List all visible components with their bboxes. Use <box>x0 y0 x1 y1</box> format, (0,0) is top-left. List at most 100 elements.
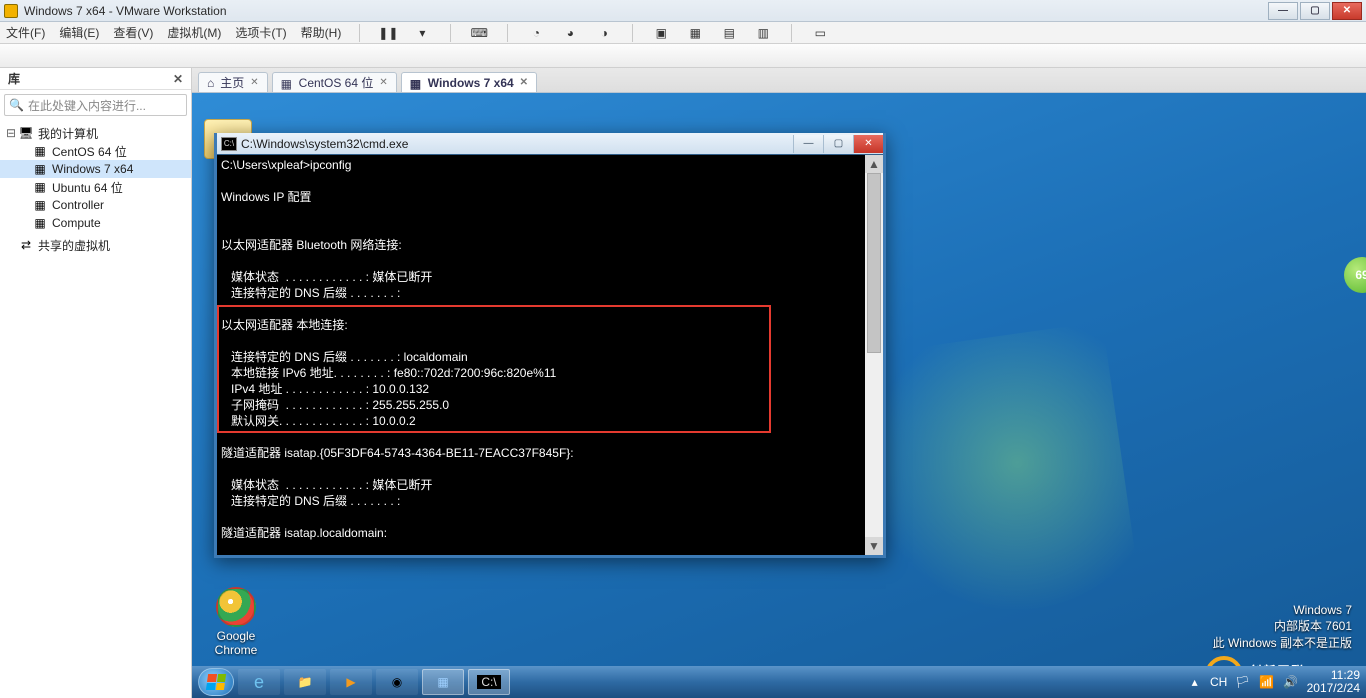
desktop-icon-chrome[interactable]: Google Chrome <box>204 587 268 657</box>
green-badge: 69 <box>1344 257 1366 293</box>
tab-home[interactable]: ⌂ 主页 ✕ <box>198 72 268 92</box>
taskbar-ie[interactable]: e <box>238 669 280 695</box>
tray-clock[interactable]: 11:29 2017/2/24 <box>1307 669 1360 695</box>
vm-icon: ▦ <box>281 77 293 89</box>
vm-tabs: ⌂ 主页 ✕ ▦ CentOS 64 位 ✕ ▦ Windows 7 x64 ✕ <box>192 68 1366 92</box>
sidebar-close-button[interactable]: ✕ <box>173 72 183 86</box>
search-icon: 🔍 <box>9 98 24 112</box>
vmware-icon <box>4 4 18 18</box>
cmd-output[interactable]: C:\Users\xpleaf>ipconfig Windows IP 配置 以… <box>217 155 883 555</box>
tree-item-controller[interactable]: ▦ Controller <box>0 196 191 214</box>
tree-item-ubuntu[interactable]: ▦ Ubuntu 64 位 <box>0 178 191 196</box>
media-icon: ▶ <box>346 675 355 689</box>
tree-item-windows7[interactable]: ▦ Windows 7 x64 <box>0 160 191 178</box>
vm-icon: ▦ <box>410 77 422 89</box>
sidebar-search-input[interactable]: 🔍 在此处键入内容进行... <box>4 94 187 116</box>
vm-icon: ▦ <box>32 198 48 212</box>
thumbnail-icon[interactable]: ▥ <box>753 24 773 42</box>
library-sidebar: 库 ✕ 🔍 在此处键入内容进行... ⊟ 🖥 我的计算机 ▦ CentOS 64… <box>0 68 192 698</box>
toolbar-spacer <box>0 44 1366 68</box>
fullscreen-icon[interactable]: ▣ <box>651 24 671 42</box>
tray-expand-icon[interactable]: ▴ <box>1187 674 1203 690</box>
tree-shared-vms[interactable]: ⇄ 共享的虚拟机 <box>0 236 191 254</box>
taskbar-explorer[interactable]: 📁 <box>284 669 326 695</box>
shared-icon: ⇄ <box>18 238 34 252</box>
menu-separator <box>359 24 360 42</box>
windows-logo-icon <box>206 674 226 690</box>
ie-icon: e <box>254 672 264 693</box>
menu-edit[interactable]: 编辑(E) <box>59 24 99 41</box>
menu-vm[interactable]: 虚拟机(M) <box>167 24 221 41</box>
tree-item-compute[interactable]: ▦ Compute <box>0 214 191 232</box>
tree-root-my-computer[interactable]: ⊟ 🖥 我的计算机 <box>0 124 191 142</box>
menu-tabs[interactable]: 选项卡(T) <box>235 24 286 41</box>
toolbar-dropdown-icon[interactable]: ▾ <box>412 24 432 42</box>
scroll-thumb[interactable] <box>867 173 881 353</box>
multi-monitor-icon[interactable]: ▤ <box>719 24 739 42</box>
tree-item-centos[interactable]: ▦ CentOS 64 位 <box>0 142 191 160</box>
vm-tree: ⊟ 🖥 我的计算机 ▦ CentOS 64 位 ▦ Windows 7 x64 … <box>0 120 191 258</box>
tab-close-icon[interactable]: ✕ <box>250 77 258 88</box>
sidebar-title: 库 <box>8 70 20 87</box>
menu-view[interactable]: 查看(V) <box>113 24 153 41</box>
cmd-window[interactable]: C:\ C:\Windows\system32\cmd.exe — ▢ ✕ C:… <box>214 133 886 558</box>
tab-close-icon[interactable]: ✕ <box>520 77 528 88</box>
cmd-titlebar[interactable]: C:\ C:\Windows\system32\cmd.exe — ▢ ✕ <box>217 133 883 155</box>
chrome-icon: ◉ <box>392 675 402 689</box>
host-title: Windows 7 x64 - VMware Workstation <box>24 4 227 18</box>
menu-file[interactable]: 文件(F) <box>6 24 45 41</box>
tray-volume-icon[interactable]: 🔊 <box>1283 674 1299 690</box>
tab-centos[interactable]: ▦ CentOS 64 位 ✕ <box>272 72 397 92</box>
lang-indicator[interactable]: CH <box>1211 674 1227 690</box>
folder-icon: 📁 <box>298 675 313 689</box>
scroll-down-icon[interactable]: ▼ <box>865 537 883 555</box>
taskbar-mediaplayer[interactable]: ▶ <box>330 669 372 695</box>
cmd-scrollbar[interactable]: ▲ ▼ <box>865 155 883 555</box>
start-button[interactable] <box>198 668 234 696</box>
taskbar-chrome[interactable]: ◉ <box>376 669 418 695</box>
windows-activation-text: Windows 7 内部版本 7601 此 Windows 副本不是正版 <box>1213 602 1352 652</box>
cmd-title-text: C:\Windows\system32\cmd.exe <box>241 137 793 151</box>
tab-windows7[interactable]: ▦ Windows 7 x64 ✕ <box>401 72 537 92</box>
snapshot-icon[interactable]: ◔ <box>526 24 546 42</box>
vm-icon: ▦ <box>32 216 48 230</box>
app-icon: ▦ <box>437 675 448 689</box>
chrome-icon <box>216 587 256 627</box>
vm-icon: ▦ <box>32 162 48 176</box>
host-minimize-button[interactable]: — <box>1268 2 1298 20</box>
cmd-minimize-button[interactable]: — <box>793 135 823 153</box>
collapse-icon[interactable]: ⊟ <box>4 126 18 140</box>
scroll-up-icon[interactable]: ▲ <box>865 155 883 173</box>
taskbar-app1[interactable]: ▦ <box>422 669 464 695</box>
tray-flag-icon[interactable]: 🏳 <box>1235 674 1251 690</box>
host-close-button[interactable]: ✕ <box>1332 2 1362 20</box>
unity-icon[interactable]: ▦ <box>685 24 705 42</box>
computer-icon: 🖥 <box>18 126 34 140</box>
content-area: ⌂ 主页 ✕ ▦ CentOS 64 位 ✕ ▦ Windows 7 x64 ✕… <box>192 68 1366 698</box>
guest-desktop[interactable]: C:\ C:\Windows\system32\cmd.exe — ▢ ✕ C:… <box>192 92 1366 698</box>
vm-icon: ▦ <box>32 144 48 158</box>
send-ctrl-alt-del-icon[interactable]: ⌨ <box>469 24 489 42</box>
cmd-close-button[interactable]: ✕ <box>853 135 883 153</box>
snapshot-revert-icon[interactable]: ◕ <box>560 24 580 42</box>
menu-bar: 文件(F) 编辑(E) 查看(V) 虚拟机(M) 选项卡(T) 帮助(H) ❚❚… <box>0 22 1366 44</box>
cmd-maximize-button[interactable]: ▢ <box>823 135 853 153</box>
cmd-taskbar-icon: C:\ <box>477 675 500 689</box>
taskbar-cmd[interactable]: C:\ <box>468 669 510 695</box>
search-placeholder: 在此处键入内容进行... <box>28 97 146 114</box>
tab-close-icon[interactable]: ✕ <box>379 77 387 88</box>
guest-taskbar: e 📁 ▶ ◉ ▦ C:\ ▴ CH 🏳 📶 🔊 11:29 2017/2/24 <box>192 666 1366 698</box>
tray-network-icon[interactable]: 📶 <box>1259 674 1275 690</box>
desktop-icon-label: Google Chrome <box>204 629 268 657</box>
host-titlebar: Windows 7 x64 - VMware Workstation — ▢ ✕ <box>0 0 1366 22</box>
vm-icon: ▦ <box>32 180 48 194</box>
cmd-icon: C:\ <box>221 137 237 151</box>
snapshot-manage-icon[interactable]: ◑ <box>594 24 614 42</box>
system-tray: ▴ CH 🏳 📶 🔊 11:29 2017/2/24 <box>1187 669 1360 695</box>
pause-button[interactable]: ❚❚ <box>378 24 398 42</box>
host-maximize-button[interactable]: ▢ <box>1300 2 1330 20</box>
library-toggle-icon[interactable]: ▭ <box>810 24 830 42</box>
menu-help[interactable]: 帮助(H) <box>301 24 342 41</box>
home-icon: ⌂ <box>207 76 214 90</box>
wallpaper-swirl <box>845 321 1147 674</box>
